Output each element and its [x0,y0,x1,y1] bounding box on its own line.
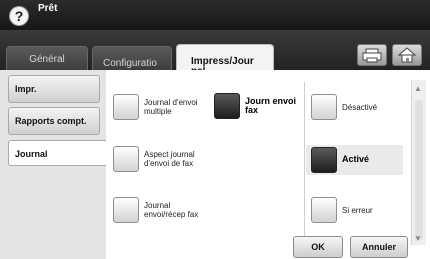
sidebar: Impr. Rapports compt. Journal [0,70,106,259]
scroll-down-icon[interactable]: ▼ [414,234,422,243]
sidebar-item-journal[interactable]: Journal [8,140,106,166]
status-bar: ? Prêt [0,0,430,30]
option-journal-envoi-multiple[interactable]: Journal d'envoi multiple [113,94,209,126]
checkbox-aspect-journal[interactable] [113,146,139,172]
mode-si-erreur[interactable]: Si erreur [311,197,401,229]
option-label: Journ envoi fax [245,96,297,115]
printer-screen: ? Prêt Général Configuratio n Impress/Jo… [0,0,430,259]
mode-label: Activé [342,154,370,164]
option-aspect-journal[interactable]: Aspect journal d'envoi de fax [113,146,209,178]
divider [304,82,305,247]
option-journ-envoi-fax[interactable]: Journ envoi fax [214,93,310,125]
mode-label: Désactivé [342,103,378,112]
scrollbar[interactable]: ▲ ▼ [411,80,426,245]
option-label: Journal envoi/récep fax [144,201,199,219]
option-journal-envoi-recep[interactable]: Journal envoi/récep fax [113,197,209,229]
mode-label: Si erreur [342,206,373,215]
help-button[interactable]: ? [9,6,29,26]
sidebar-item-rapports-compt[interactable]: Rapports compt. [8,107,100,135]
option-label: Journal d'envoi multiple [144,98,198,116]
tab-configuration[interactable]: Configuratio n [92,46,172,79]
mode-active[interactable]: Activé [306,145,403,175]
printer-icon [362,48,382,63]
tab-general[interactable]: Général [6,46,88,70]
sidebar-item-impr[interactable]: Impr. [8,75,100,103]
scroll-thumb[interactable] [415,100,423,240]
checkbox-journal-envoi-recep[interactable] [113,197,139,223]
tab-bar: Général Configuratio n Impress/Jour nal [0,30,430,79]
home-button[interactable] [392,44,422,66]
home-icon [397,47,417,63]
journal-settings-panel: Journal d'envoi multiple Journ envoi fax… [106,70,430,259]
ok-button[interactable]: OK [293,236,343,258]
checkbox-journ-envoi-fax[interactable] [214,93,240,119]
print-button[interactable] [357,44,387,66]
option-label: Aspect journal d'envoi de fax [144,150,195,168]
radio-si-erreur[interactable] [311,197,337,223]
cancel-button[interactable]: Annuler [350,236,408,258]
status-title: Prêt [38,3,58,14]
radio-desactive[interactable] [311,94,337,120]
radio-active[interactable] [311,147,337,173]
scroll-up-icon[interactable]: ▲ [414,84,422,93]
mode-desactive[interactable]: Désactivé [311,94,401,126]
tab-impress-journal[interactable]: Impress/Jour nal [176,44,274,77]
checkbox-journal-envoi-multiple[interactable] [113,94,139,120]
